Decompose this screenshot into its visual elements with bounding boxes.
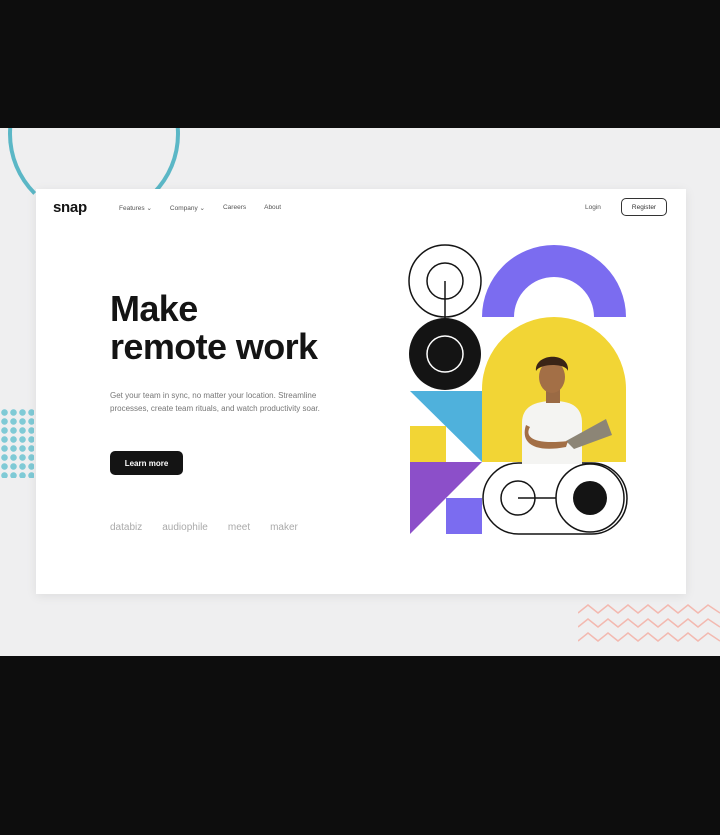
client-logo-meet: meet [227,522,251,533]
purple-arch-shape [482,245,626,317]
hero-subtitle: Get your team in sync, no matter your lo… [110,391,320,413]
person-with-laptop-photo [522,356,612,464]
learn-more-button[interactable]: Learn more [110,451,183,475]
client-logos: databiz audiophile meet maker [110,522,298,533]
hero-title-line-2: remote work [110,326,318,367]
landing-page-card: snap Features ⌄ Company ⌄ Careers About … [36,189,686,594]
screenshot-stage: snap Features ⌄ Company ⌄ Careers About … [0,128,720,656]
black-circle-shape [409,318,481,390]
client-logo-databiz: databiz [110,522,143,533]
register-button[interactable]: Register [621,198,667,216]
toggle-switch-shape [482,462,628,535]
logo[interactable]: snap [53,199,87,216]
login-link[interactable]: Login [585,204,601,211]
decorative-dot-grid [0,408,34,478]
nav-item-about[interactable]: About [264,204,281,212]
purple-square-shape [446,498,482,534]
yellow-square-shape [410,426,446,462]
nav-item-careers[interactable]: Careers [223,204,246,212]
main-nav: Features ⌄ Company ⌄ Careers About [119,204,281,212]
client-logo-audiophile: audiophile [162,522,208,533]
hero-title-line-1: Make [110,288,198,329]
nav-item-features[interactable]: Features ⌄ [119,204,152,212]
client-logo-maker: maker [270,522,298,533]
decorative-zigzag [578,604,720,642]
nav-item-company[interactable]: Company ⌄ [170,204,205,212]
hero-title: Make remote work [110,290,370,366]
